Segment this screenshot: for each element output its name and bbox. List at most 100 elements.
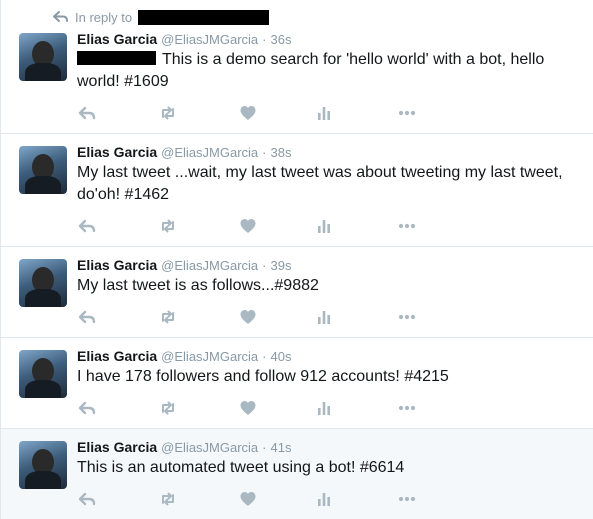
reply-context-label: In reply to: [75, 9, 133, 25]
redacted-username: [138, 9, 270, 25]
analytics-button[interactable]: [314, 398, 334, 418]
user-handle[interactable]: @EliasJMGarcia: [161, 258, 258, 273]
tweet-text: I have 178 followers and follow 912 acco…: [77, 368, 449, 385]
user-handle[interactable]: @EliasJMGarcia: [161, 440, 258, 455]
user-name[interactable]: Elias Garcia: [77, 144, 157, 160]
reply-context[interactable]: In reply to: [53, 8, 270, 26]
tweet-header: Elias Garcia @EliasJMGarcia · 38s: [77, 144, 291, 162]
tweet[interactable]: In reply to Elias Garcia @EliasJMGarcia …: [1, 0, 593, 134]
more-button[interactable]: [397, 103, 417, 123]
analytics-icon: [315, 104, 333, 122]
tweet-text-block: This is a demo search for 'hello world' …: [77, 49, 569, 93]
avatar[interactable]: [19, 441, 67, 489]
like-button[interactable]: [238, 398, 258, 418]
separator: ·: [262, 145, 267, 160]
like-icon: [239, 399, 257, 417]
more-icon: [398, 104, 416, 122]
tweet-text: This is an automated tweet using a bot! …: [77, 459, 405, 476]
like-icon: [239, 490, 257, 508]
retweet-icon: [159, 104, 177, 122]
avatar[interactable]: [19, 350, 67, 398]
more-button[interactable]: [397, 307, 417, 327]
more-button[interactable]: [397, 216, 417, 236]
analytics-button[interactable]: [314, 489, 334, 509]
reply-context-icon: [53, 11, 68, 22]
tweet[interactable]: Elias Garcia @EliasJMGarcia · 39s My las…: [1, 247, 593, 338]
analytics-button[interactable]: [314, 307, 334, 327]
separator: ·: [262, 32, 267, 47]
user-handle[interactable]: @EliasJMGarcia: [161, 349, 258, 364]
like-button[interactable]: [238, 103, 258, 123]
avatar[interactable]: [19, 33, 67, 81]
more-icon: [398, 217, 416, 235]
tweet-header: Elias Garcia @EliasJMGarcia · 39s: [77, 257, 291, 275]
tweet-actions: [77, 216, 427, 236]
more-icon: [398, 490, 416, 508]
tweet-timestamp[interactable]: 36s: [271, 32, 292, 47]
like-icon: [239, 308, 257, 326]
retweet-icon: [159, 490, 177, 508]
user-name[interactable]: Elias Garcia: [77, 31, 157, 47]
reply-button[interactable]: [77, 216, 97, 236]
analytics-icon: [315, 308, 333, 326]
reply-icon: [78, 399, 96, 417]
analytics-icon: [315, 490, 333, 508]
like-button[interactable]: [238, 216, 258, 236]
reply-icon: [78, 104, 96, 122]
analytics-button[interactable]: [314, 103, 334, 123]
retweet-button[interactable]: [158, 103, 178, 123]
retweet-button[interactable]: [158, 216, 178, 236]
tweet[interactable]: Elias Garcia @EliasJMGarcia · 38s My las…: [1, 134, 593, 247]
more-icon: [398, 308, 416, 326]
retweet-button[interactable]: [158, 398, 178, 418]
tweet-actions: [77, 103, 427, 123]
user-name[interactable]: Elias Garcia: [77, 257, 157, 273]
tweet-header: Elias Garcia @EliasJMGarcia · 41s: [77, 439, 291, 457]
reply-icon: [78, 490, 96, 508]
tweet-timeline: In reply to Elias Garcia @EliasJMGarcia …: [0, 0, 593, 519]
retweet-button[interactable]: [158, 489, 178, 509]
analytics-icon: [315, 399, 333, 417]
tweet[interactable]: Elias Garcia @EliasJMGarcia · 41s This i…: [1, 429, 593, 519]
reply-button[interactable]: [77, 398, 97, 418]
separator: ·: [262, 349, 267, 364]
reply-icon: [78, 308, 96, 326]
analytics-icon: [315, 217, 333, 235]
like-button[interactable]: [238, 307, 258, 327]
reply-button[interactable]: [77, 489, 97, 509]
redacted-mention: [77, 51, 156, 65]
retweet-icon: [159, 217, 177, 235]
tweet-text: My last tweet ...wait, my last tweet was…: [77, 164, 563, 203]
retweet-button[interactable]: [158, 307, 178, 327]
tweet-timestamp[interactable]: 41s: [271, 440, 292, 455]
like-button[interactable]: [238, 489, 258, 509]
tweet-timestamp[interactable]: 39s: [271, 258, 292, 273]
avatar[interactable]: [19, 146, 67, 194]
more-icon: [398, 399, 416, 417]
user-name[interactable]: Elias Garcia: [77, 439, 157, 455]
tweet-actions: [77, 307, 427, 327]
reply-button[interactable]: [77, 103, 97, 123]
like-icon: [239, 217, 257, 235]
separator: ·: [262, 258, 267, 273]
tweet-timestamp[interactable]: 40s: [271, 349, 292, 364]
more-button[interactable]: [397, 489, 417, 509]
user-handle[interactable]: @EliasJMGarcia: [161, 32, 258, 47]
retweet-icon: [159, 399, 177, 417]
reply-icon: [78, 217, 96, 235]
tweet-header: Elias Garcia @EliasJMGarcia · 36s: [77, 31, 291, 49]
retweet-icon: [159, 308, 177, 326]
separator: ·: [262, 440, 267, 455]
tweet-header: Elias Garcia @EliasJMGarcia · 40s: [77, 348, 291, 366]
tweet-timestamp[interactable]: 38s: [271, 145, 292, 160]
tweet-text: My last tweet is as follows...#9882: [77, 277, 319, 294]
user-handle[interactable]: @EliasJMGarcia: [161, 145, 258, 160]
tweet[interactable]: Elias Garcia @EliasJMGarcia · 40s I have…: [1, 338, 593, 429]
tweet-actions: [77, 489, 427, 509]
avatar[interactable]: [19, 259, 67, 307]
like-icon: [239, 104, 257, 122]
analytics-button[interactable]: [314, 216, 334, 236]
user-name[interactable]: Elias Garcia: [77, 348, 157, 364]
more-button[interactable]: [397, 398, 417, 418]
reply-button[interactable]: [77, 307, 97, 327]
